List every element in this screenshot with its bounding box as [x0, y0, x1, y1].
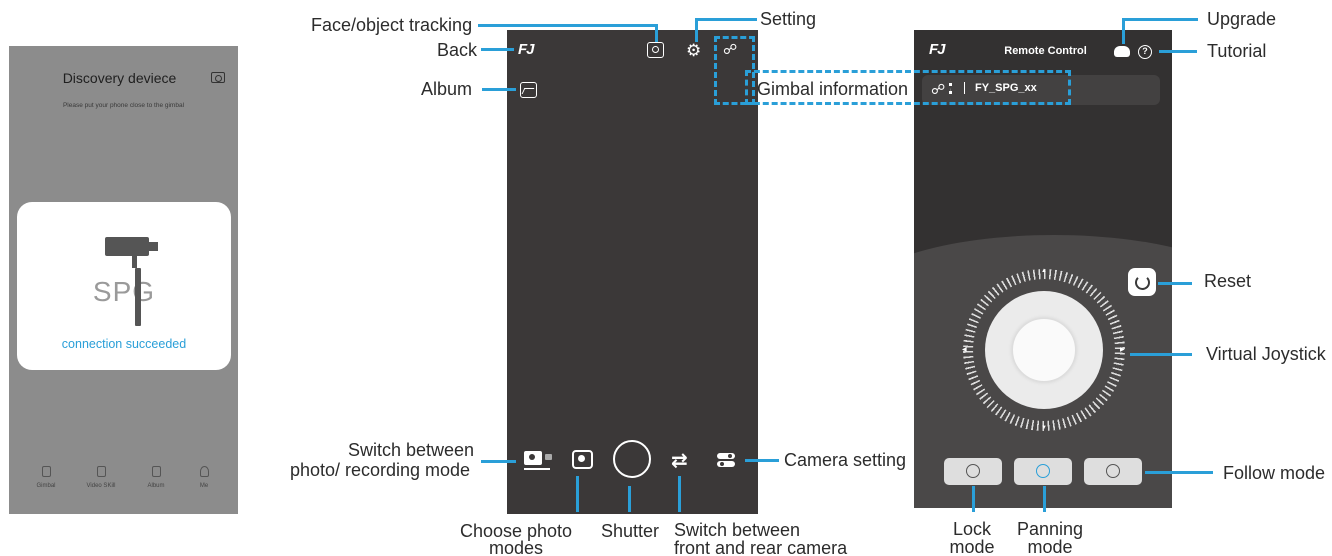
leader-line	[628, 486, 631, 512]
nav-item-me[interactable]: Me	[181, 466, 227, 489]
leader-line	[972, 486, 975, 512]
nav-label: Me	[199, 483, 209, 489]
leader-line	[655, 24, 658, 42]
arrow-left-icon: ◀	[962, 347, 967, 353]
connection-card[interactable]: SPG connection succeeded	[17, 202, 231, 370]
callout-switch-camera-line1: Switch between	[674, 520, 801, 540]
callout-switch-mode-line1: Switch between	[347, 440, 475, 460]
leader-line	[1158, 282, 1192, 285]
callout-switch-mode-line2: photo/ recording mode	[289, 460, 471, 480]
lock-icon	[966, 464, 980, 478]
leader-line	[1145, 471, 1213, 474]
panning-mode-button[interactable]	[1014, 458, 1072, 485]
camera-setting-icon[interactable]	[717, 452, 735, 468]
flip-camera-icon[interactable]: ⇄	[671, 448, 688, 473]
back-button[interactable]: FJ	[518, 41, 534, 58]
image-icon	[151, 466, 161, 477]
help-icon[interactable]: ?	[1138, 45, 1152, 59]
callout-gimbal-info: Gimbal information	[757, 79, 909, 99]
video-icon	[545, 454, 552, 460]
leader-line	[576, 476, 579, 512]
callout-face-tracking: Face/object tracking	[311, 15, 473, 35]
leader-line	[697, 18, 757, 21]
gimbal-illustration-handle	[135, 268, 141, 326]
leader-line	[482, 88, 516, 91]
joystick-knob[interactable]	[1012, 318, 1076, 382]
leader-line	[745, 459, 779, 462]
callout-panning-line2: mode	[1027, 537, 1073, 556]
cloud-upload-icon[interactable]	[1114, 46, 1130, 57]
callout-lock-line1: Lock	[952, 519, 992, 539]
callout-tutorial: Tutorial	[1207, 41, 1267, 61]
page-title: Remote Control	[1004, 45, 1087, 57]
reset-button[interactable]	[1128, 268, 1156, 296]
leader-line	[1043, 486, 1046, 512]
leader-line	[695, 18, 698, 42]
instruction-text: Please put your phone close to the gimba…	[62, 102, 185, 109]
callout-setting: Setting	[760, 9, 817, 29]
nav-item-gimbal[interactable]: Gimbal	[23, 466, 69, 489]
callout-choose-photo-line2: modes	[488, 538, 544, 556]
gimbal-illustration	[105, 237, 149, 256]
callout-follow-mode: Follow mode	[1223, 463, 1326, 483]
leader-line	[1122, 18, 1198, 21]
setting-icon[interactable]: ⚙	[686, 41, 701, 61]
callout-upgrade: Upgrade	[1207, 9, 1277, 29]
camera-icon[interactable]	[211, 72, 225, 83]
nav-label: Video SKill	[86, 483, 116, 489]
arrow-right-icon: ▶	[1120, 347, 1125, 353]
callout-reset: Reset	[1204, 271, 1252, 291]
leader-line	[481, 460, 516, 463]
callout-lock-line2: mode	[949, 537, 995, 556]
nav-item-video-skill[interactable]: Video SKill	[78, 466, 124, 489]
nav-label: Album	[147, 483, 165, 489]
connection-status: connection succeeded	[61, 337, 187, 351]
arrow-down-icon: ▼	[1041, 425, 1047, 431]
follow-mode-button[interactable]	[1084, 458, 1142, 485]
gimbal-illustration-arm	[132, 254, 137, 268]
page-title: Discovery deviece	[62, 70, 177, 86]
eye-icon	[1036, 464, 1050, 478]
mode-indicator	[524, 468, 550, 470]
leader-line	[1130, 353, 1192, 356]
callout-switch-camera-line2: front and rear camera	[674, 538, 848, 556]
discovery-screen: Discovery deviece Please put your phone …	[9, 46, 238, 514]
photo-record-switch-icon[interactable]	[524, 451, 542, 465]
nav-label: Gimbal	[36, 483, 56, 489]
person-icon	[199, 466, 209, 477]
lock-mode-button[interactable]	[944, 458, 1002, 485]
callout-virtual-joystick: Virtual Joystick	[1206, 344, 1326, 364]
leader-line	[678, 476, 681, 512]
leader-line	[481, 48, 514, 51]
callout-album: Album	[421, 79, 473, 99]
gimbal-illustration-knob	[149, 242, 158, 251]
gimbal-icon	[41, 466, 51, 477]
callout-camera-setting: Camera setting	[784, 450, 907, 470]
album-icon[interactable]	[520, 82, 537, 98]
leader-line	[1159, 50, 1197, 53]
photo-mode-icon[interactable]	[572, 450, 593, 469]
callout-back: Back	[437, 40, 478, 60]
target-icon	[1106, 464, 1120, 478]
product-name: SPG	[92, 276, 156, 307]
leader-line	[478, 24, 656, 27]
leader-line	[1122, 18, 1125, 44]
bookmark-icon	[96, 466, 106, 477]
callout-shutter: Shutter	[600, 521, 660, 541]
arrow-up-icon: ▲	[1041, 268, 1047, 274]
face-tracking-icon[interactable]	[647, 42, 664, 58]
shutter-button[interactable]	[613, 440, 651, 478]
callout-panning-line1: Panning	[1016, 519, 1084, 539]
nav-item-album[interactable]: Album	[133, 466, 179, 489]
